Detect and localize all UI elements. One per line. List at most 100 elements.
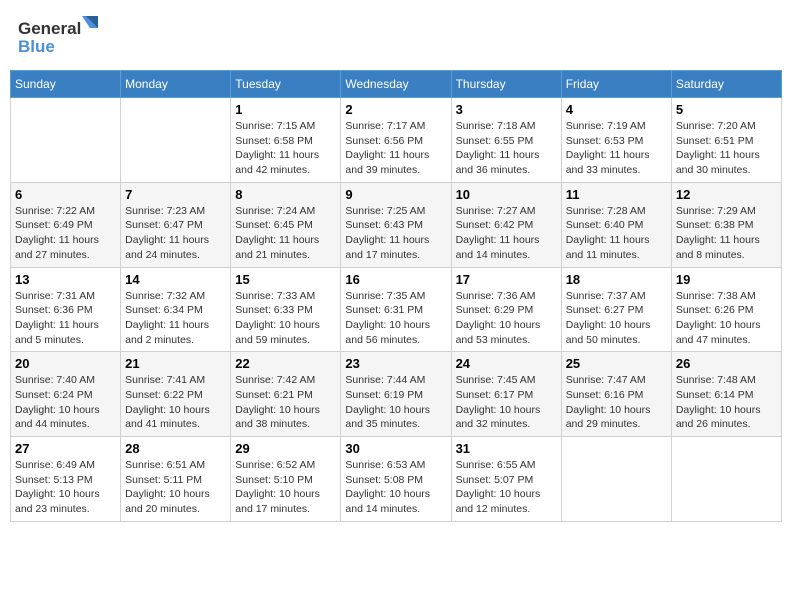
cell-info: Sunrise: 7:38 AM Sunset: 6:26 PM Dayligh… xyxy=(676,289,777,348)
calendar-week-row: 6 Sunrise: 7:22 AM Sunset: 6:49 PM Daylig… xyxy=(11,182,782,267)
day-number: 26 xyxy=(676,356,777,371)
cell-info: Sunrise: 7:45 AM Sunset: 6:17 PM Dayligh… xyxy=(456,373,557,432)
calendar-cell: 17Sunrise: 7:36 AM Sunset: 6:29 PM Dayli… xyxy=(451,267,561,352)
cell-info: Sunrise: 7:28 AM Sunset: 6:40 PM Dayligh… xyxy=(566,204,667,263)
day-number: 30 xyxy=(345,441,446,456)
calendar-cell: 15Sunrise: 7:33 AM Sunset: 6:33 PM Dayli… xyxy=(231,267,341,352)
calendar-cell xyxy=(561,437,671,522)
calendar-week-row: 1 Sunrise: 7:15 AM Sunset: 6:58 PM Daylig… xyxy=(11,98,782,183)
calendar-cell: 6 Sunrise: 7:22 AM Sunset: 6:49 PM Daylig… xyxy=(11,182,121,267)
day-number: 27 xyxy=(15,441,116,456)
calendar-cell: 25 Sunrise: 7:47 AM Sunset: 6:16 PM Dayli… xyxy=(561,352,671,437)
calendar-cell: 1 Sunrise: 7:15 AM Sunset: 6:58 PM Daylig… xyxy=(231,98,341,183)
calendar-cell: 23 Sunrise: 7:44 AM Sunset: 6:19 PM Dayli… xyxy=(341,352,451,437)
cell-info: Sunrise: 7:17 AM Sunset: 6:56 PM Dayligh… xyxy=(345,119,446,178)
day-number: 8 xyxy=(235,187,336,202)
page-header: General Blue xyxy=(10,10,782,62)
cell-info: Sunrise: 7:19 AM Sunset: 6:53 PM Dayligh… xyxy=(566,119,667,178)
cell-info: Sunrise: 7:42 AM Sunset: 6:21 PM Dayligh… xyxy=(235,373,336,432)
cell-info: Sunrise: 7:29 AM Sunset: 6:38 PM Dayligh… xyxy=(676,204,777,263)
calendar-cell: 22 Sunrise: 7:42 AM Sunset: 6:21 PM Dayli… xyxy=(231,352,341,437)
day-number: 7 xyxy=(125,187,226,202)
calendar-cell xyxy=(121,98,231,183)
cell-info: Sunrise: 7:47 AM Sunset: 6:16 PM Dayligh… xyxy=(566,373,667,432)
day-number: 12 xyxy=(676,187,777,202)
day-number: 31 xyxy=(456,441,557,456)
cell-info: Sunrise: 6:49 AM Sunset: 5:13 PM Dayligh… xyxy=(15,458,116,517)
column-header-saturday: Saturday xyxy=(671,71,781,98)
cell-info: Sunrise: 7:15 AM Sunset: 6:58 PM Dayligh… xyxy=(235,119,336,178)
day-number: 23 xyxy=(345,356,446,371)
calendar-cell: 31 Sunrise: 6:55 AM Sunset: 5:07 PM Dayli… xyxy=(451,437,561,522)
calendar-cell: 3 Sunrise: 7:18 AM Sunset: 6:55 PM Daylig… xyxy=(451,98,561,183)
day-number: 4 xyxy=(566,102,667,117)
calendar-cell: 4 Sunrise: 7:19 AM Sunset: 6:53 PM Daylig… xyxy=(561,98,671,183)
day-number: 18 xyxy=(566,272,667,287)
cell-info: Sunrise: 7:23 AM Sunset: 6:47 PM Dayligh… xyxy=(125,204,226,263)
calendar-cell xyxy=(671,437,781,522)
cell-info: Sunrise: 7:20 AM Sunset: 6:51 PM Dayligh… xyxy=(676,119,777,178)
logo-icon: General Blue xyxy=(18,14,98,58)
calendar-cell: 8Sunrise: 7:24 AM Sunset: 6:45 PM Daylig… xyxy=(231,182,341,267)
cell-info: Sunrise: 7:25 AM Sunset: 6:43 PM Dayligh… xyxy=(345,204,446,263)
day-number: 25 xyxy=(566,356,667,371)
calendar-cell: 16 Sunrise: 7:35 AM Sunset: 6:31 PM Dayli… xyxy=(341,267,451,352)
calendar-week-row: 27 Sunrise: 6:49 AM Sunset: 5:13 PM Dayli… xyxy=(11,437,782,522)
calendar-cell: 19 Sunrise: 7:38 AM Sunset: 6:26 PM Dayli… xyxy=(671,267,781,352)
calendar-cell: 30Sunrise: 6:53 AM Sunset: 5:08 PM Dayli… xyxy=(341,437,451,522)
cell-info: Sunrise: 7:22 AM Sunset: 6:49 PM Dayligh… xyxy=(15,204,116,263)
cell-info: Sunrise: 7:40 AM Sunset: 6:24 PM Dayligh… xyxy=(15,373,116,432)
calendar-cell: 18 Sunrise: 7:37 AM Sunset: 6:27 PM Dayli… xyxy=(561,267,671,352)
calendar-cell: 14 Sunrise: 7:32 AM Sunset: 6:34 PM Dayli… xyxy=(121,267,231,352)
day-number: 1 xyxy=(235,102,336,117)
day-number: 10 xyxy=(456,187,557,202)
svg-text:Blue: Blue xyxy=(18,37,55,56)
calendar-cell: 9 Sunrise: 7:25 AM Sunset: 6:43 PM Daylig… xyxy=(341,182,451,267)
day-number: 29 xyxy=(235,441,336,456)
calendar-table: SundayMondayTuesdayWednesdayThursdayFrid… xyxy=(10,70,782,522)
calendar-cell: 12 Sunrise: 7:29 AM Sunset: 6:38 PM Dayli… xyxy=(671,182,781,267)
calendar-cell: 21Sunrise: 7:41 AM Sunset: 6:22 PM Dayli… xyxy=(121,352,231,437)
day-number: 13 xyxy=(15,272,116,287)
calendar-cell: 27 Sunrise: 6:49 AM Sunset: 5:13 PM Dayli… xyxy=(11,437,121,522)
day-number: 19 xyxy=(676,272,777,287)
calendar-cell: 7 Sunrise: 7:23 AM Sunset: 6:47 PM Daylig… xyxy=(121,182,231,267)
calendar-cell: 5Sunrise: 7:20 AM Sunset: 6:51 PM Daylig… xyxy=(671,98,781,183)
calendar-cell: 10 Sunrise: 7:27 AM Sunset: 6:42 PM Dayli… xyxy=(451,182,561,267)
svg-text:General: General xyxy=(18,19,81,38)
day-number: 3 xyxy=(456,102,557,117)
day-number: 28 xyxy=(125,441,226,456)
cell-info: Sunrise: 7:37 AM Sunset: 6:27 PM Dayligh… xyxy=(566,289,667,348)
day-number: 2 xyxy=(345,102,446,117)
day-number: 9 xyxy=(345,187,446,202)
day-number: 21 xyxy=(125,356,226,371)
column-header-monday: Monday xyxy=(121,71,231,98)
cell-info: Sunrise: 7:35 AM Sunset: 6:31 PM Dayligh… xyxy=(345,289,446,348)
cell-info: Sunrise: 6:52 AM Sunset: 5:10 PM Dayligh… xyxy=(235,458,336,517)
calendar-cell: 26 Sunrise: 7:48 AM Sunset: 6:14 PM Dayli… xyxy=(671,352,781,437)
column-header-sunday: Sunday xyxy=(11,71,121,98)
cell-info: Sunrise: 6:55 AM Sunset: 5:07 PM Dayligh… xyxy=(456,458,557,517)
cell-info: Sunrise: 7:44 AM Sunset: 6:19 PM Dayligh… xyxy=(345,373,446,432)
cell-info: Sunrise: 7:32 AM Sunset: 6:34 PM Dayligh… xyxy=(125,289,226,348)
day-number: 6 xyxy=(15,187,116,202)
calendar-cell: 20Sunrise: 7:40 AM Sunset: 6:24 PM Dayli… xyxy=(11,352,121,437)
cell-info: Sunrise: 7:27 AM Sunset: 6:42 PM Dayligh… xyxy=(456,204,557,263)
day-number: 22 xyxy=(235,356,336,371)
day-number: 24 xyxy=(456,356,557,371)
calendar-cell: 24 Sunrise: 7:45 AM Sunset: 6:17 PM Dayli… xyxy=(451,352,561,437)
column-header-tuesday: Tuesday xyxy=(231,71,341,98)
day-number: 16 xyxy=(345,272,446,287)
column-header-friday: Friday xyxy=(561,71,671,98)
cell-info: Sunrise: 7:48 AM Sunset: 6:14 PM Dayligh… xyxy=(676,373,777,432)
logo: General Blue xyxy=(18,14,98,58)
cell-info: Sunrise: 7:18 AM Sunset: 6:55 PM Dayligh… xyxy=(456,119,557,178)
cell-info: Sunrise: 7:36 AM Sunset: 6:29 PM Dayligh… xyxy=(456,289,557,348)
calendar-cell: 28Sunrise: 6:51 AM Sunset: 5:11 PM Dayli… xyxy=(121,437,231,522)
day-number: 14 xyxy=(125,272,226,287)
column-header-wednesday: Wednesday xyxy=(341,71,451,98)
calendar-cell: 2 Sunrise: 7:17 AM Sunset: 6:56 PM Daylig… xyxy=(341,98,451,183)
day-number: 11 xyxy=(566,187,667,202)
calendar-week-row: 13Sunrise: 7:31 AM Sunset: 6:36 PM Dayli… xyxy=(11,267,782,352)
day-number: 15 xyxy=(235,272,336,287)
